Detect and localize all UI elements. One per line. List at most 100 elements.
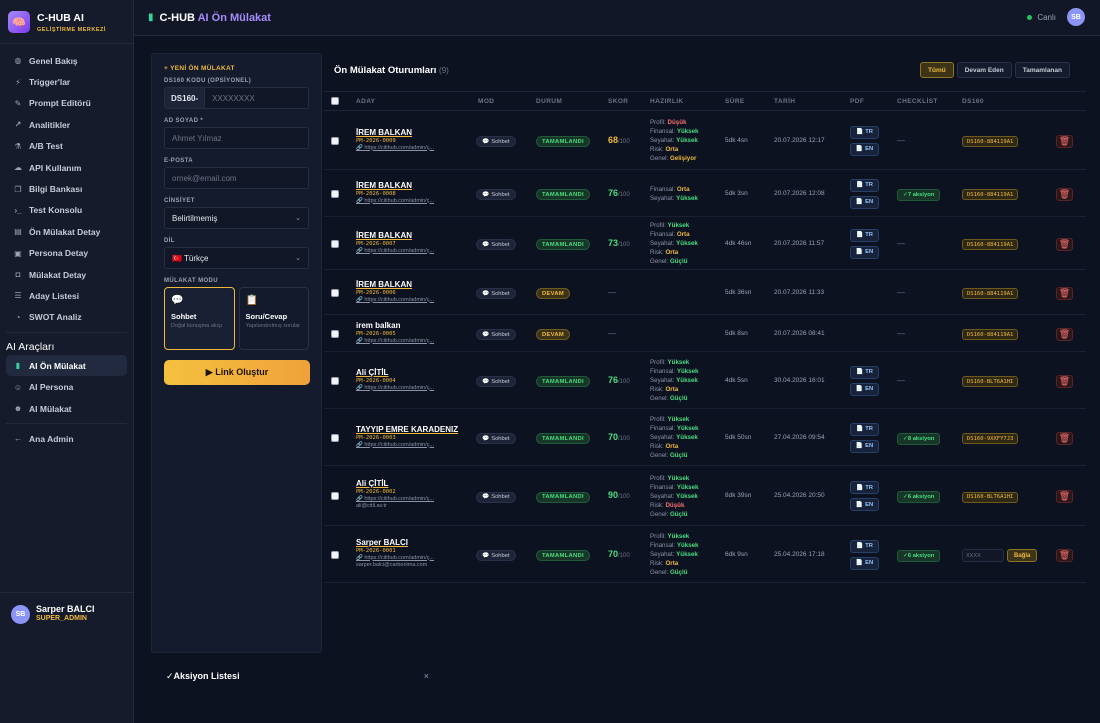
delete-button[interactable]: 🗑 <box>1056 374 1073 388</box>
ds160-row-input[interactable]: XXXX <box>962 549 1004 562</box>
delete-button[interactable]: 🗑 <box>1056 187 1073 201</box>
interview-link[interactable]: 🔗 https://citihub.com/admin/ç... <box>356 248 434 254</box>
candidate-name[interactable]: İREM BALKAN <box>356 231 434 240</box>
interview-link[interactable]: 🔗 https://citihub.com/admin/ç... <box>356 297 434 303</box>
candidate-name[interactable]: irem balkan <box>356 321 434 330</box>
row-checkbox[interactable] <box>331 376 339 385</box>
header-avatar[interactable]: SB <box>1067 8 1085 26</box>
sidebar-item-api-kullanim[interactable]: ☁ API Kullanım <box>0 157 133 178</box>
pdf-tr-button[interactable]: 📄 TR <box>850 422 879 436</box>
checklist-badge[interactable]: ✓6 aksiyon <box>897 549 941 562</box>
sidebar-item-aday-listesi[interactable]: ☰ Aday Listesi <box>0 285 133 306</box>
checklist-badge[interactable]: ✓8 aksiyon <box>897 432 941 445</box>
sidebar-item-label: Aday Listesi <box>29 290 80 301</box>
interview-link[interactable]: 🔗 https://citihub.com/admin/ç... <box>356 496 434 502</box>
checklist-badge[interactable]: ✓7 aksiyon <box>897 188 941 201</box>
pdf-en-button[interactable]: 📄 EN <box>850 556 879 570</box>
pdf-en-button[interactable]: 📄 EN <box>850 498 879 511</box>
delete-button[interactable]: 🗑 <box>1056 134 1073 148</box>
sidebar-item-prompt-editoru[interactable]: ✎ Prompt Editörü <box>0 93 133 114</box>
email-input[interactable]: ornek@email.com <box>164 167 309 189</box>
sidebar-item-ai-persona[interactable]: ☺ AI Persona <box>0 376 133 397</box>
sidebar-item-mulakat-detay[interactable]: ◘ Mülakat Detay <box>0 264 133 285</box>
ds160-input[interactable]: DS160- XXXXXXXX <box>164 87 309 109</box>
sidebar-item-on-mulakat-detay[interactable]: ▤ Ön Mülakat Detay <box>0 221 133 242</box>
sidebar-item-test-konsolu[interactable]: ›_ Test Konsolu <box>0 200 133 221</box>
table-row[interactable]: irem balkan PM-2026-0005 🔗 https://citihub… <box>324 315 1086 352</box>
name-input[interactable]: Ahmet Yılmaz <box>164 127 309 149</box>
pdf-tr-button[interactable]: 📄 TR <box>850 178 879 192</box>
delete-button[interactable]: 🗑 <box>1056 431 1073 445</box>
candidate-name[interactable]: Sarper BALCI <box>356 538 434 547</box>
sidebar-item-ai-mulakat[interactable]: ☻ AI Mülakat <box>0 398 133 419</box>
sidebar-item-triggerlar[interactable]: ⚡ Trigger'lar <box>0 71 133 92</box>
create-link-button[interactable]: ▶ Link Oluştur <box>164 360 310 385</box>
candidate-name[interactable]: Ali ÇİTİL <box>356 479 434 488</box>
mode-cell: 💬 Sohbet <box>476 490 516 503</box>
gender-select[interactable]: Belirtilmemiş ⌄ <box>164 207 309 229</box>
sidebar-item-analitikler[interactable]: ↗ Analitikler <box>0 114 133 135</box>
row-checkbox[interactable] <box>331 239 339 248</box>
table-row[interactable]: İREM BALKAN PM-2026-0006 🔗 https://citihub… <box>324 270 1086 315</box>
interview-link[interactable]: 🔗 https://citihub.com/admin/ç... <box>356 198 434 204</box>
filter-all[interactable]: Tümü <box>920 62 954 78</box>
table-row[interactable]: İREM BALKAN PM-2026-0008 🔗 https://citihub… <box>324 170 1086 217</box>
delete-button[interactable]: 🗑 <box>1056 490 1073 503</box>
mode-chat-option[interactable]: 💬 Sohbet Doğal konuşma akışı <box>164 287 235 350</box>
table-row[interactable]: İREM BALKAN PM-2026-0009 🔗 https://citihub… <box>324 111 1086 170</box>
pdf-en-button[interactable]: 📄 EN <box>850 439 879 453</box>
candidate-name[interactable]: İREM BALKAN <box>356 128 434 137</box>
link-ds160-button[interactable]: Bağla <box>1007 549 1038 562</box>
filter-completed[interactable]: Tamamlanan <box>1014 62 1070 78</box>
row-checkbox[interactable] <box>331 433 339 442</box>
sidebar-item-ab-test[interactable]: ⚗ A/B Test <box>0 136 133 157</box>
sidebar-item-genel-bakis[interactable]: ◍ Genel Bakış <box>0 50 133 71</box>
candidate-name[interactable]: İREM BALKAN <box>356 280 434 289</box>
pdf-en-button[interactable]: 📄 EN <box>850 195 879 209</box>
select-all-checkbox[interactable] <box>331 97 339 105</box>
delete-button[interactable]: 🗑 <box>1056 548 1073 562</box>
close-icon[interactable]: × <box>424 671 429 681</box>
pdf-tr-button[interactable]: 📄 TR <box>850 539 879 553</box>
checklist-badge[interactable]: ✓6 aksiyon <box>897 491 941 503</box>
pdf-tr-button[interactable]: 📄 TR <box>850 481 879 494</box>
user-profile[interactable]: SB Sarper BALCI SUPER_ADMIN <box>0 592 134 723</box>
row-checkbox[interactable] <box>331 492 339 500</box>
table-row[interactable]: Ali ÇİTİL PM-2026-0002 🔗 https://citihub.c… <box>324 466 1086 526</box>
interview-link[interactable]: 🔗 https://citihub.com/admin/ç... <box>356 338 434 344</box>
candidate-name[interactable]: Ali ÇİTİL <box>356 368 434 377</box>
row-checkbox[interactable] <box>331 550 339 559</box>
delete-button[interactable]: 🗑 <box>1056 286 1073 300</box>
table-row[interactable]: TAYYIP EMRE KARADENIZ PM-2026-0003 🔗 https… <box>324 409 1086 466</box>
interview-link[interactable]: 🔗 https://citihub.com/admin/ç... <box>356 442 458 448</box>
pdf-en-button[interactable]: 📄 EN <box>850 142 879 156</box>
pdf-en-button[interactable]: 📄 EN <box>850 382 879 396</box>
pdf-tr-button[interactable]: 📄 TR <box>850 125 879 139</box>
row-checkbox[interactable] <box>331 288 339 297</box>
sidebar-item-swot-analiz[interactable]: ◔ SWOT Analiz <box>0 307 133 328</box>
table-row[interactable]: Ali ÇİTİL PM-2026-0004 🔗 https://citihub.c… <box>324 352 1086 409</box>
pdf-en-button[interactable]: 📄 EN <box>850 245 879 259</box>
candidate-name[interactable]: İREM BALKAN <box>356 181 434 190</box>
pdf-tr-button[interactable]: 📄 TR <box>850 365 879 379</box>
sidebar-item-ai-on-mulakat[interactable]: ▮ AI Ön Mülakat <box>6 355 127 377</box>
sidebar-item-bilgi-bankasi[interactable]: ❐ Bilgi Bankası <box>0 178 133 199</box>
row-checkbox[interactable] <box>331 136 339 145</box>
row-checkbox[interactable] <box>331 329 339 338</box>
table-row[interactable]: İREM BALKAN PM-2026-0007 🔗 https://citihub… <box>324 217 1086 270</box>
language-select[interactable]: 🇹🇷 Türkçe ⌄ <box>164 247 309 269</box>
pdf-tr-button[interactable]: 📄 TR <box>850 228 879 242</box>
delete-button[interactable]: 🗑 <box>1056 327 1073 341</box>
delete-button[interactable]: 🗑 <box>1056 237 1073 251</box>
sidebar-item-ana-admin[interactable]: ← Ana Admin <box>0 428 133 449</box>
sidebar-item-persona-detay[interactable]: ▣ Persona Detay <box>0 243 133 264</box>
sidebar-item-label: Mülakat Detay <box>29 269 87 280</box>
row-checkbox[interactable] <box>331 189 339 198</box>
interview-link[interactable]: 🔗 https://citihub.com/admin/ç... <box>356 145 434 151</box>
candidate-name[interactable]: TAYYIP EMRE KARADENIZ <box>356 425 458 434</box>
filter-in-progress[interactable]: Devam Eden <box>956 62 1012 78</box>
interview-link[interactable]: 🔗 https://citihub.com/admin/ç... <box>356 555 434 561</box>
table-row[interactable]: Sarper BALCI PM-2026-0001 🔗 https://citihu… <box>324 526 1086 583</box>
interview-link[interactable]: 🔗 https://citihub.com/admin/ç... <box>356 385 434 391</box>
mode-qa-option[interactable]: 📋 Soru/Cevap Yapılandırılmış sorular <box>238 287 309 350</box>
